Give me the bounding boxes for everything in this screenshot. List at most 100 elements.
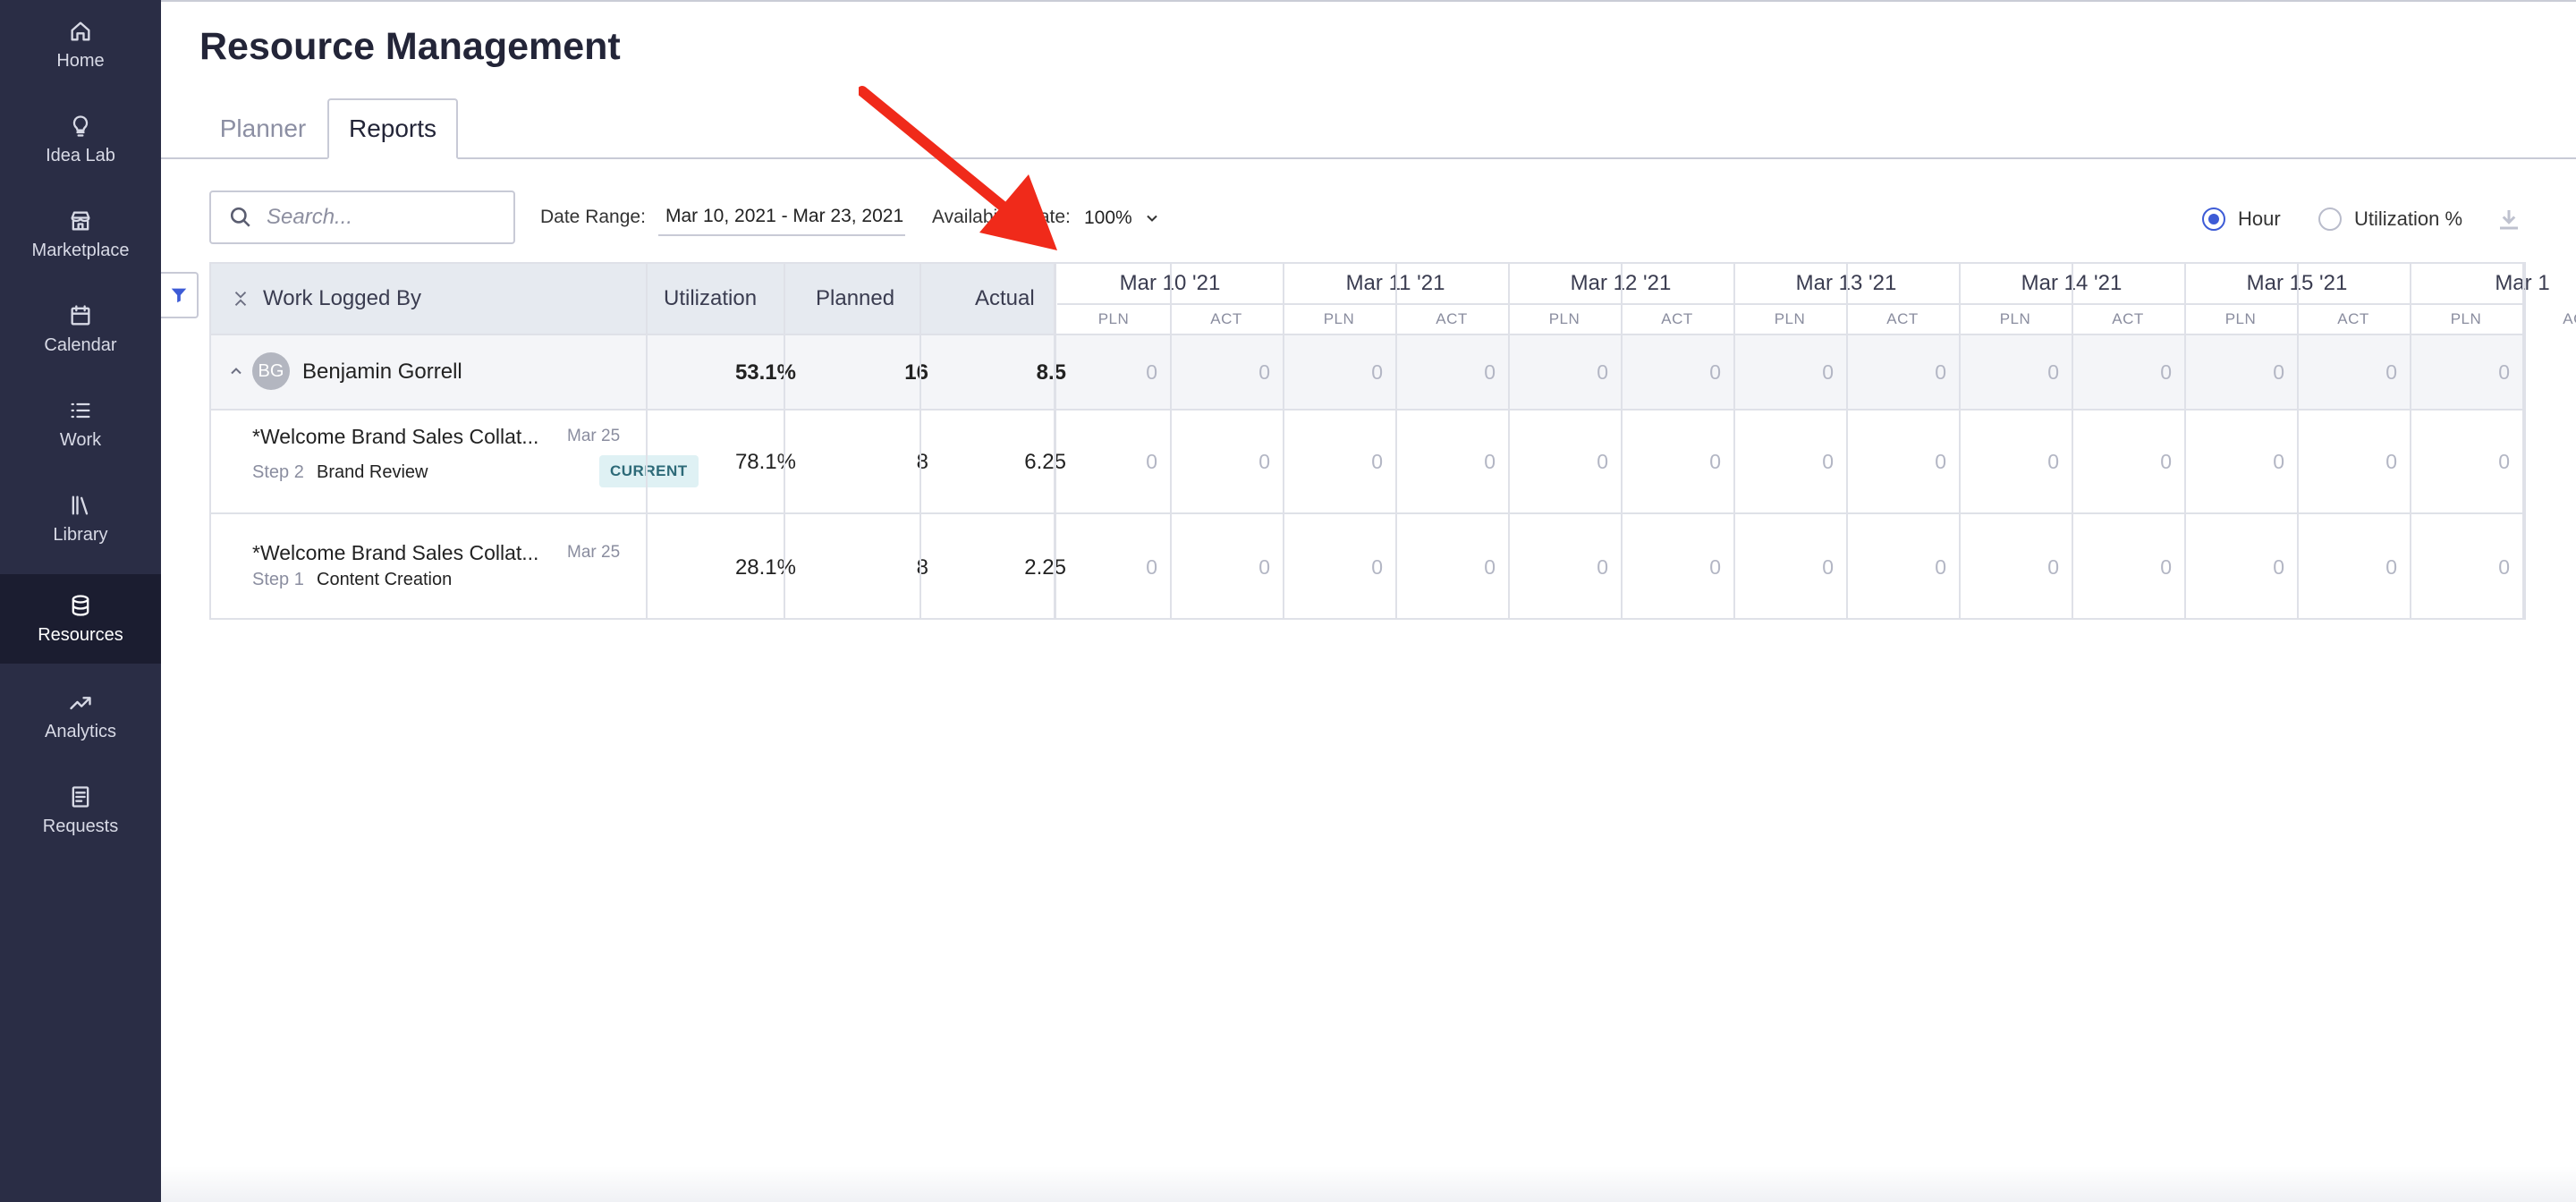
daily-value: 0 [1597, 555, 1608, 579]
main-content: Resource Management Planner Reports Date… [161, 0, 2576, 1202]
radio-dot [2202, 207, 2225, 231]
daily-value: 0 [2273, 555, 2284, 579]
sub-column-header: ACT [1661, 310, 1693, 327]
sub-column-header: PLN [1097, 310, 1130, 327]
task-title[interactable]: *Welcome Brand Sales Collat... [252, 541, 538, 565]
sub-column-header: PLN [2450, 310, 2482, 327]
home-icon [71, 21, 90, 40]
sub-column-header: ACT [1886, 310, 1919, 327]
daily-value: 0 [1484, 360, 1496, 384]
tab-reports[interactable]: Reports [327, 98, 458, 159]
sidebar-item-label: Library [53, 524, 108, 545]
sidebar-item-calendar[interactable]: Calendar [0, 284, 161, 374]
daily-value: 0 [1822, 450, 1834, 473]
sidebar-item-resources[interactable]: Resources [0, 574, 161, 664]
store-icon [71, 211, 90, 230]
row-divider [211, 512, 2524, 514]
task-step-name: Content Creation [317, 570, 453, 589]
sub-column-header: ACT [2563, 310, 2576, 327]
daily-value: 0 [1935, 360, 1946, 384]
daily-value: 0 [1146, 450, 1157, 473]
column-header-actual[interactable]: Actual [975, 264, 1035, 334]
daily-value: 0 [1935, 450, 1946, 473]
daily-value: 0 [1371, 360, 1383, 384]
search-input[interactable] [267, 205, 499, 230]
avatar: BG [252, 352, 290, 390]
sidebar-item-label: Marketplace [31, 240, 130, 260]
sidebar-item-home[interactable]: Home [0, 0, 161, 89]
hour-radio[interactable]: Hour [2202, 207, 2281, 231]
top-divider [161, 0, 2576, 2]
report-table: Work Logged By Utilization Planned Actua… [209, 262, 2576, 620]
daily-value: 0 [2047, 360, 2059, 384]
status-badge: CURRENT [599, 455, 699, 487]
group-name: Benjamin Gorrell [302, 360, 462, 384]
database-icon [72, 594, 89, 616]
task-step-name: Brand Review [317, 462, 428, 482]
daily-value: 0 [2498, 555, 2510, 579]
column-header-planned[interactable]: Planned [816, 264, 894, 334]
utilization-radio-label: Utilization % [2354, 207, 2463, 230]
tab-planner[interactable]: Planner [200, 98, 326, 159]
chevron-up-icon[interactable] [227, 362, 245, 380]
collapse-icon [234, 292, 247, 306]
daily-value: 0 [2160, 450, 2172, 473]
download-icon [2500, 210, 2518, 230]
utilization-radio[interactable]: Utilization % [2318, 207, 2462, 231]
download-button[interactable] [2496, 206, 2522, 233]
availability-rate-select[interactable]: 100% [1084, 200, 1161, 236]
document-icon [72, 785, 89, 808]
daily-value: 0 [2047, 450, 2059, 473]
daily-value: 0 [2385, 360, 2397, 384]
task-due-date: Mar 25 [567, 427, 621, 445]
daily-value: 0 [1484, 450, 1496, 473]
row-divider [211, 409, 2524, 411]
daily-value: 0 [2047, 555, 2059, 579]
row-divider [211, 334, 2524, 335]
daily-value: 0 [1258, 450, 1270, 473]
bottom-shadow [161, 1166, 2576, 1202]
column-header-utilization[interactable]: Utilization [664, 264, 757, 334]
sidebar-item-label: Home [56, 50, 105, 71]
daily-value: 0 [1822, 360, 1834, 384]
daily-value: 0 [1258, 360, 1270, 384]
sidebar-item-label: Calendar [44, 334, 117, 355]
daily-value: 0 [2273, 450, 2284, 473]
daily-value: 0 [2385, 555, 2397, 579]
collapse-all-button[interactable] [231, 264, 250, 334]
sidebar-item-label: Work [59, 429, 102, 450]
date-range-label: Date Range: [540, 207, 646, 227]
column-divider [1054, 264, 1056, 620]
column-divider [646, 264, 648, 620]
sidebar-item-work[interactable]: Work [0, 379, 161, 469]
search-box [209, 190, 515, 244]
filter-icon [171, 288, 187, 303]
group-actual: 8.5 [1036, 360, 1066, 385]
task-title[interactable]: *Welcome Brand Sales Collat... [252, 425, 538, 449]
sidebar-item-label: Resources [38, 624, 123, 645]
sidebar: Home Idea Lab Marketplace Calendar Work … [0, 0, 161, 1202]
sidebar-item-library[interactable]: Library [0, 474, 161, 563]
availability-rate-value: 100% [1084, 207, 1132, 228]
sub-column-header: PLN [1548, 310, 1580, 327]
annotation-arrow [859, 86, 1057, 250]
daily-value: 0 [2160, 360, 2172, 384]
sidebar-item-analytics[interactable]: Analytics [0, 671, 161, 760]
list-icon [71, 402, 90, 418]
chevron-down-icon [1147, 215, 1157, 222]
daily-value: 0 [1146, 555, 1157, 579]
task-step: Step 2 [252, 462, 304, 482]
library-icon [72, 495, 89, 514]
sub-column-header: ACT [2112, 310, 2144, 327]
sidebar-item-requests[interactable]: Requests [0, 766, 161, 855]
sidebar-item-idea-lab[interactable]: Idea Lab [0, 95, 161, 184]
daily-value: 0 [1935, 555, 1946, 579]
daily-value: 0 [1597, 360, 1608, 384]
daily-value: 0 [1709, 360, 1721, 384]
daily-value: 0 [2498, 360, 2510, 384]
filter-button[interactable] [161, 272, 199, 318]
page-title: Resource Management [199, 25, 621, 68]
sidebar-item-marketplace[interactable]: Marketplace [0, 190, 161, 279]
sidebar-item-label: Analytics [44, 721, 117, 741]
sub-column-header: PLN [1999, 310, 2031, 327]
